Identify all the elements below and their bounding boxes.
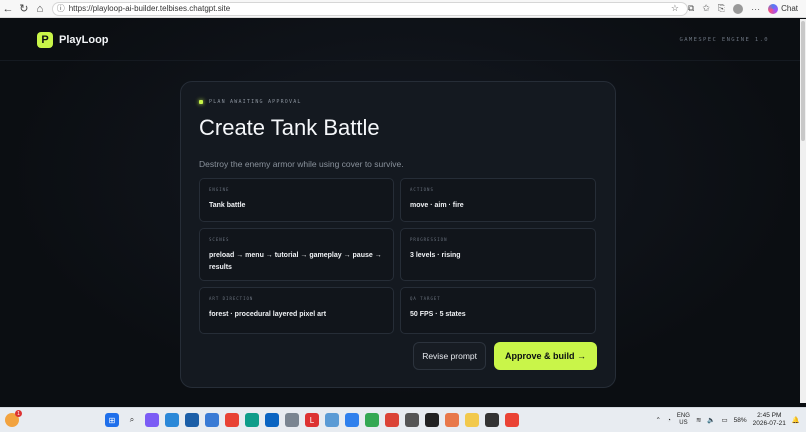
calculator-icon[interactable] [285,413,299,427]
chrome-icon[interactable] [225,413,239,427]
app-header: P PlayLoop GAMESPEC ENGINE 1.0 [0,19,806,61]
snipping-icon[interactable] [325,413,339,427]
address-url: https://playloop-ai-builder.telbises.cha… [68,4,231,13]
mail-icon[interactable] [265,413,279,427]
tile-value: Tank battle [209,202,246,209]
edge-icon[interactable] [245,413,259,427]
tile-label: QA TARGET [410,296,441,301]
copilot-app-icon[interactable] [145,413,159,427]
notification-bell-icon[interactable]: 🔔 [792,416,800,424]
plan-actions: Revise prompt Approve & build → [413,342,597,370]
chrome-profile-3-icon[interactable] [505,413,519,427]
page-scrollbar[interactable] [800,19,806,403]
chrome-profile-2-icon[interactable] [385,413,399,427]
plan-status: PLAN AWAITING APPROVAL [199,99,597,105]
battery-icon[interactable]: ▭ [721,416,727,424]
home-icon[interactable]: ⌂ [32,1,48,17]
app-page: P PlayLoop GAMESPEC ENGINE 1.0 PLAN AWAI… [0,19,806,403]
plan-details-grid: ENGINE Tank battle ACTIONS move · aim · … [199,178,599,334]
start-icon[interactable]: ⊞ [105,413,119,427]
language-code: ENG [676,413,690,419]
plan-title: Create Tank Battle [199,115,380,140]
copilot-icon [768,3,779,14]
chevron-up-icon[interactable]: ⌃ [656,416,661,424]
chat-button[interactable]: Chat [768,3,798,14]
app-icon-blue[interactable] [185,413,199,427]
collections-icon[interactable]: ⎘ [718,3,725,14]
teams-icon[interactable] [205,413,219,427]
outlook-icon[interactable] [165,413,179,427]
favorite-star-icon[interactable]: ☆ [671,3,679,14]
tile-value: preload → menu → tutorial → gameplay → p… [209,252,382,271]
tile-progression: PROGRESSION 3 levels · rising [400,228,596,281]
battery-level: 58% [733,416,747,424]
app-logo[interactable]: P [37,31,53,48]
clock[interactable]: 2:45 PM 2026-07-21 [753,412,786,428]
tile-value: 3 levels · rising [410,252,461,259]
back-icon[interactable]: ← [0,1,16,17]
engine-version: GAMESPEC ENGINE 1.0 [679,36,769,43]
tile-label: ACTIONS [410,187,434,192]
language-indicator[interactable]: ENG US [677,413,690,427]
chrome-profile-icon[interactable] [365,413,379,427]
scrollbar-thumb[interactable] [801,21,805,141]
tile-value: 50 FPS · 5 states [410,311,466,318]
more-menu-icon[interactable]: ··· [751,4,760,14]
vscode-icon[interactable] [345,413,359,427]
refresh-icon[interactable]: ↻ [16,1,32,17]
tile-label: PROGRESSION [410,237,448,242]
region-code: US [679,420,688,426]
tile-label: ART DIRECTION [209,296,254,301]
chatgpt-icon[interactable] [425,413,439,427]
tile-scenes: SCENES preload → menu → tutorial → gamep… [199,228,394,281]
weather-icon[interactable]: 1 [5,410,22,427]
windows-taskbar: 1 ⊞ ⌕ L ⌃ ◔ ENG US ≋ 🔈 ▭ 58% 2:45 PM 202… [0,407,806,432]
app-name: PlayLoop [59,33,109,46]
tile-label: SCENES [209,237,230,242]
tile-qa-target: QA TARGET 50 FPS · 5 states [400,287,596,334]
tile-value: move · aim · fire [410,202,464,209]
status-text: PLAN AWAITING APPROVAL [209,99,302,105]
extensions-icon[interactable]: ⧉ [688,3,694,14]
tile-label: ENGINE [209,187,230,192]
search-icon[interactable]: ⌕ [125,413,139,427]
chat-label: Chat [781,4,798,13]
address-bar[interactable]: ⓘ https://playloop-ai-builder.telbises.c… [51,1,688,16]
browser-toolbar: ← ↻ ⌂ ⓘ https://playloop-ai-builder.telb… [0,0,806,18]
clock-date: 2026-07-21 [752,420,786,427]
plan-subtitle: Destroy the enemy armor while using cove… [199,159,404,169]
network-icon[interactable]: ◔ [667,417,671,424]
revise-prompt-button[interactable]: Revise prompt [413,342,486,370]
approve-build-button[interactable]: Approve & build → [494,342,597,370]
claude-icon[interactable] [445,413,459,427]
system-tray: ⌃ ◔ ENG US ≋ 🔈 ▭ 58% 2:45 PM 2026-07-21 … [656,412,806,428]
profile-avatar[interactable] [733,3,744,14]
chatgpt-2-icon[interactable] [485,413,499,427]
plan-card: PLAN AWAITING APPROVAL Create Tank Battl… [180,81,616,388]
tile-engine: ENGINE Tank battle [199,178,394,222]
wifi-icon[interactable]: ≋ [696,416,701,424]
notification-badge: 1 [15,410,22,417]
status-indicator-icon [199,100,203,104]
terminal-icon[interactable] [405,413,419,427]
tile-art-direction: ART DIRECTION forest · procedural layere… [199,287,394,334]
volume-icon[interactable]: 🔈 [707,416,715,424]
file-explorer-icon[interactable] [465,413,479,427]
clock-time: 2:45 PM [757,412,782,419]
tile-value: forest · procedural layered pixel art [209,311,327,318]
app-l-icon[interactable]: L [305,413,319,427]
favorites-icon[interactable]: ✩ [702,3,710,14]
site-info-icon[interactable]: ⓘ [57,3,65,14]
tile-actions: ACTIONS move · aim · fire [400,178,596,222]
